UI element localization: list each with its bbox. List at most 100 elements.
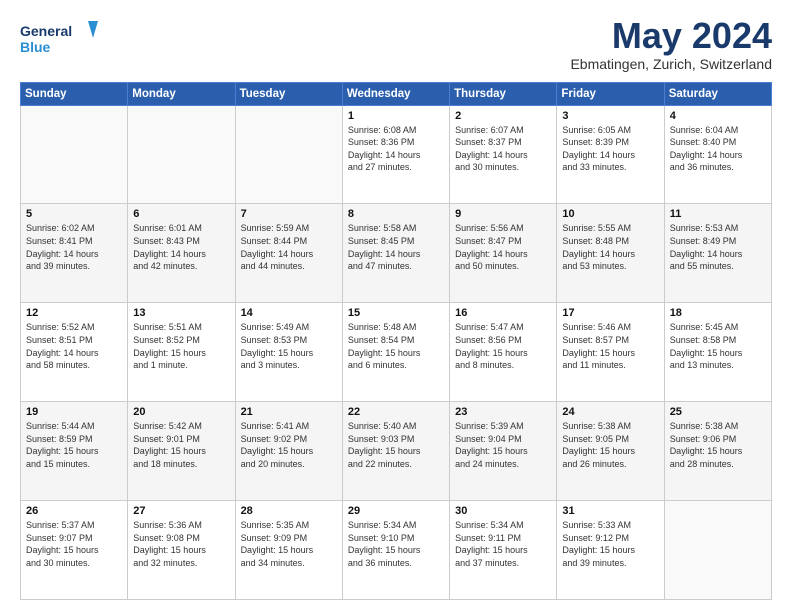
calendar-cell: 19 Sunrise: 5:44 AM Sunset: 8:59 PM Dayli… <box>21 402 128 501</box>
day-number: 29 <box>348 505 444 517</box>
day-number: 26 <box>26 505 122 517</box>
calendar-cell: 6 Sunrise: 6:01 AM Sunset: 8:43 PM Daylig… <box>128 204 235 303</box>
svg-text:Blue: Blue <box>20 39 51 55</box>
calendar-cell: 4Sunrise: 6:04 AM Sunset: 8:40 PM Daylig… <box>664 105 771 204</box>
calendar-cell: 25 Sunrise: 5:38 AM Sunset: 9:06 PM Dayli… <box>664 402 771 501</box>
calendar-cell: 27 Sunrise: 5:36 AM Sunset: 9:08 PM Dayli… <box>128 501 235 600</box>
day-number: 25 <box>670 406 766 418</box>
calendar-cell: 26 Sunrise: 5:37 AM Sunset: 9:07 PM Dayli… <box>21 501 128 600</box>
day-info: Sunrise: 6:07 AM Sunset: 8:37 PM Dayligh… <box>455 124 551 174</box>
logo: General Blue <box>20 16 100 60</box>
calendar-cell: 21 Sunrise: 5:41 AM Sunset: 9:02 PM Dayli… <box>235 402 342 501</box>
calendar-cell: 9 Sunrise: 5:56 AM Sunset: 8:47 PM Daylig… <box>450 204 557 303</box>
calendar-cell <box>21 105 128 204</box>
calendar-cell: 1Sunrise: 6:08 AM Sunset: 8:36 PM Daylig… <box>342 105 449 204</box>
day-info: Sunrise: 5:41 AM Sunset: 9:02 PM Dayligh… <box>241 420 337 470</box>
day-number: 2 <box>455 110 551 122</box>
day-number: 6 <box>133 208 229 220</box>
calendar-cell: 5 Sunrise: 6:02 AM Sunset: 8:41 PM Daylig… <box>21 204 128 303</box>
calendar-cell: 13Sunrise: 5:51 AM Sunset: 8:52 PM Dayli… <box>128 303 235 402</box>
day-info: Sunrise: 6:01 AM Sunset: 8:43 PM Dayligh… <box>133 222 229 272</box>
day-number: 15 <box>348 307 444 319</box>
col-tuesday: Tuesday <box>235 82 342 105</box>
day-info: Sunrise: 5:34 AM Sunset: 9:11 PM Dayligh… <box>455 519 551 569</box>
month-title: May 2024 <box>570 16 772 56</box>
calendar-cell: 20Sunrise: 5:42 AM Sunset: 9:01 PM Dayli… <box>128 402 235 501</box>
day-info: Sunrise: 5:48 AM Sunset: 8:54 PM Dayligh… <box>348 321 444 371</box>
calendar-cell: 3 Sunrise: 6:05 AM Sunset: 8:39 PM Daylig… <box>557 105 664 204</box>
day-number: 1 <box>348 110 444 122</box>
day-number: 30 <box>455 505 551 517</box>
calendar-cell: 8 Sunrise: 5:58 AM Sunset: 8:45 PM Daylig… <box>342 204 449 303</box>
day-number: 9 <box>455 208 551 220</box>
day-info: Sunrise: 5:42 AM Sunset: 9:01 PM Dayligh… <box>133 420 229 470</box>
day-number: 7 <box>241 208 337 220</box>
day-info: Sunrise: 5:38 AM Sunset: 9:05 PM Dayligh… <box>562 420 658 470</box>
calendar-cell: 16Sunrise: 5:47 AM Sunset: 8:56 PM Dayli… <box>450 303 557 402</box>
calendar-cell: 17 Sunrise: 5:46 AM Sunset: 8:57 PM Dayli… <box>557 303 664 402</box>
calendar-header-row: Sunday Monday Tuesday Wednesday Thursday… <box>21 82 772 105</box>
day-number: 23 <box>455 406 551 418</box>
day-info: Sunrise: 5:35 AM Sunset: 9:09 PM Dayligh… <box>241 519 337 569</box>
day-info: Sunrise: 5:39 AM Sunset: 9:04 PM Dayligh… <box>455 420 551 470</box>
calendar-cell: 15 Sunrise: 5:48 AM Sunset: 8:54 PM Dayli… <box>342 303 449 402</box>
calendar-cell <box>664 501 771 600</box>
day-number: 28 <box>241 505 337 517</box>
calendar-cell: 24 Sunrise: 5:38 AM Sunset: 9:05 PM Dayli… <box>557 402 664 501</box>
day-info: Sunrise: 5:58 AM Sunset: 8:45 PM Dayligh… <box>348 222 444 272</box>
col-thursday: Thursday <box>450 82 557 105</box>
calendar-cell <box>235 105 342 204</box>
calendar-cell: 2 Sunrise: 6:07 AM Sunset: 8:37 PM Daylig… <box>450 105 557 204</box>
page: General Blue May 2024 Ebmatingen, Zurich… <box>0 0 792 612</box>
calendar-cell: 7 Sunrise: 5:59 AM Sunset: 8:44 PM Daylig… <box>235 204 342 303</box>
day-number: 17 <box>562 307 658 319</box>
calendar-cell: 18 Sunrise: 5:45 AM Sunset: 8:58 PM Dayli… <box>664 303 771 402</box>
calendar-cell: 12Sunrise: 5:52 AM Sunset: 8:51 PM Dayli… <box>21 303 128 402</box>
col-wednesday: Wednesday <box>342 82 449 105</box>
day-info: Sunrise: 5:45 AM Sunset: 8:58 PM Dayligh… <box>670 321 766 371</box>
day-info: Sunrise: 5:51 AM Sunset: 8:52 PM Dayligh… <box>133 321 229 371</box>
day-number: 31 <box>562 505 658 517</box>
day-info: Sunrise: 5:59 AM Sunset: 8:44 PM Dayligh… <box>241 222 337 272</box>
day-number: 19 <box>26 406 122 418</box>
day-number: 11 <box>670 208 766 220</box>
calendar-cell <box>128 105 235 204</box>
day-number: 22 <box>348 406 444 418</box>
day-number: 5 <box>26 208 122 220</box>
col-friday: Friday <box>557 82 664 105</box>
day-info: Sunrise: 5:52 AM Sunset: 8:51 PM Dayligh… <box>26 321 122 371</box>
day-number: 27 <box>133 505 229 517</box>
svg-text:General: General <box>20 23 72 39</box>
day-info: Sunrise: 5:33 AM Sunset: 9:12 PM Dayligh… <box>562 519 658 569</box>
day-number: 21 <box>241 406 337 418</box>
day-info: Sunrise: 5:34 AM Sunset: 9:10 PM Dayligh… <box>348 519 444 569</box>
day-info: Sunrise: 5:56 AM Sunset: 8:47 PM Dayligh… <box>455 222 551 272</box>
day-info: Sunrise: 5:46 AM Sunset: 8:57 PM Dayligh… <box>562 321 658 371</box>
day-number: 24 <box>562 406 658 418</box>
calendar-table: Sunday Monday Tuesday Wednesday Thursday… <box>20 82 772 600</box>
day-number: 8 <box>348 208 444 220</box>
day-info: Sunrise: 5:37 AM Sunset: 9:07 PM Dayligh… <box>26 519 122 569</box>
day-info: Sunrise: 5:40 AM Sunset: 9:03 PM Dayligh… <box>348 420 444 470</box>
day-info: Sunrise: 5:38 AM Sunset: 9:06 PM Dayligh… <box>670 420 766 470</box>
day-number: 3 <box>562 110 658 122</box>
day-info: Sunrise: 5:36 AM Sunset: 9:08 PM Dayligh… <box>133 519 229 569</box>
day-info: Sunrise: 5:47 AM Sunset: 8:56 PM Dayligh… <box>455 321 551 371</box>
calendar-cell: 11 Sunrise: 5:53 AM Sunset: 8:49 PM Dayli… <box>664 204 771 303</box>
calendar-cell: 28 Sunrise: 5:35 AM Sunset: 9:09 PM Dayli… <box>235 501 342 600</box>
header: General Blue May 2024 Ebmatingen, Zurich… <box>20 16 772 72</box>
day-info: Sunrise: 5:49 AM Sunset: 8:53 PM Dayligh… <box>241 321 337 371</box>
day-info: Sunrise: 5:44 AM Sunset: 8:59 PM Dayligh… <box>26 420 122 470</box>
location: Ebmatingen, Zurich, Switzerland <box>570 56 772 72</box>
col-saturday: Saturday <box>664 82 771 105</box>
day-info: Sunrise: 6:02 AM Sunset: 8:41 PM Dayligh… <box>26 222 122 272</box>
day-info: Sunrise: 5:53 AM Sunset: 8:49 PM Dayligh… <box>670 222 766 272</box>
day-info: Sunrise: 6:05 AM Sunset: 8:39 PM Dayligh… <box>562 124 658 174</box>
day-info: Sunrise: 6:04 AM Sunset: 8:40 PM Dayligh… <box>670 124 766 174</box>
calendar-cell: 29 Sunrise: 5:34 AM Sunset: 9:10 PM Dayli… <box>342 501 449 600</box>
col-monday: Monday <box>128 82 235 105</box>
day-number: 18 <box>670 307 766 319</box>
calendar-cell: 14 Sunrise: 5:49 AM Sunset: 8:53 PM Dayli… <box>235 303 342 402</box>
day-number: 14 <box>241 307 337 319</box>
day-number: 10 <box>562 208 658 220</box>
